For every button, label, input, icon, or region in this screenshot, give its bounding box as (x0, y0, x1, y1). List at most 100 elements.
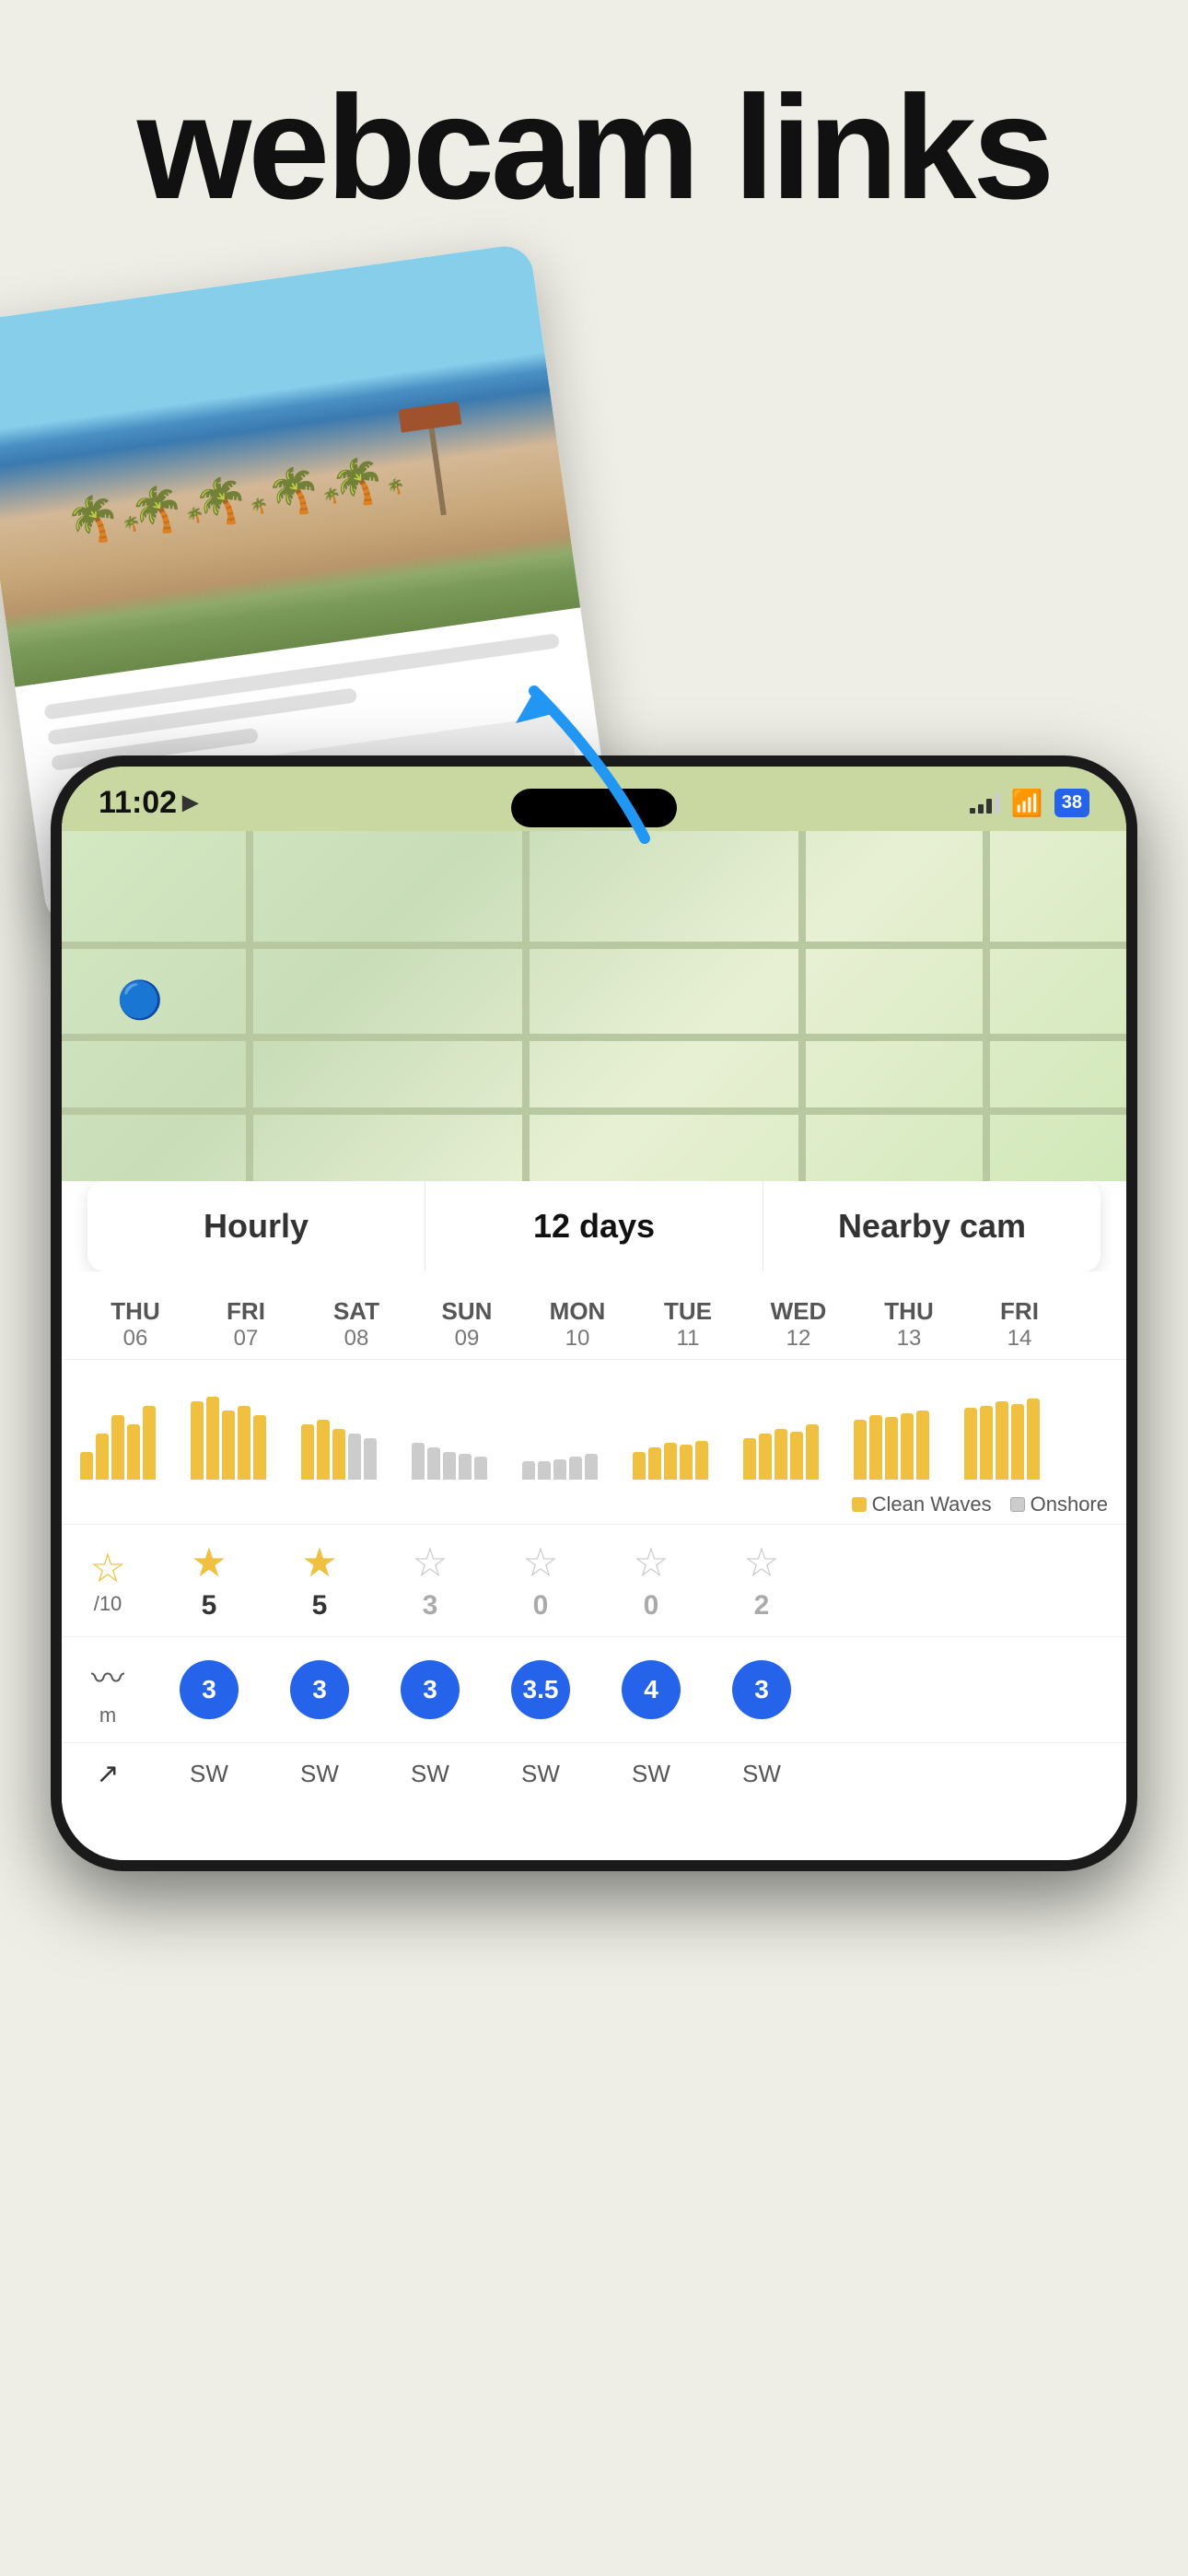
day-num: 07 (194, 1326, 297, 1352)
wave-cell-5: 4 ↗ (596, 1645, 706, 1734)
phone-screen: 11:02 ▶ 📶 38 (62, 767, 1126, 1860)
wave-badge-6: 3 ↗ (732, 1660, 791, 1719)
bar (553, 1459, 566, 1480)
signal-bars (970, 791, 1000, 814)
bar (474, 1457, 487, 1480)
rating-num: 3 (423, 1590, 438, 1622)
rating-num: 5 (312, 1590, 328, 1622)
bar (443, 1452, 456, 1480)
wave-badge-5: 4 ↗ (622, 1660, 681, 1719)
dir-label-6: SW (742, 1760, 781, 1788)
bar (80, 1452, 93, 1480)
day-num: 09 (415, 1326, 518, 1352)
forecast-scroll: THU 06 FRI 07 SAT 08 SUN 09 (62, 1271, 1126, 1860)
dir-row-label: ↗ (62, 1743, 154, 1805)
wave-badge-2: 3 ↗ (290, 1660, 349, 1719)
dir-label-3: SW (411, 1760, 449, 1788)
tab-12days[interactable]: 12 days (425, 1181, 763, 1271)
days-header: THU 06 FRI 07 SAT 08 SUN 09 (62, 1290, 1126, 1360)
map-road-v2 (522, 831, 530, 1181)
bar (459, 1454, 472, 1480)
tab-nearby[interactable]: Nearby cam (763, 1181, 1101, 1271)
bar (569, 1457, 582, 1480)
bar (348, 1434, 361, 1480)
dir-label-5: SW (632, 1760, 670, 1788)
signal-bar-1 (970, 808, 975, 814)
bar (538, 1461, 551, 1480)
map-road-h2 (62, 1034, 1126, 1041)
wave-value: 3 (312, 1675, 327, 1704)
bar (1027, 1399, 1040, 1480)
wave-arrow-icon: ↗ (339, 1702, 353, 1721)
rating-num: 5 (202, 1590, 217, 1622)
rating-cell-1: ★ 5 (154, 1525, 264, 1636)
legend-onshore-label: Onshore (1031, 1493, 1108, 1516)
bar (127, 1424, 140, 1480)
wave-unit: m (71, 1704, 145, 1727)
beach-pier (428, 424, 447, 516)
bar (869, 1415, 882, 1480)
rating-num: 0 (644, 1590, 659, 1622)
bar-group-1 (80, 1369, 191, 1480)
bar (648, 1447, 661, 1480)
signal-bar-2 (978, 804, 984, 814)
wave-value: 3 (754, 1675, 769, 1704)
bar (222, 1411, 235, 1480)
bar (901, 1413, 914, 1480)
dir-label-4: SW (521, 1760, 560, 1788)
day-label: SAT (305, 1297, 408, 1326)
rating-cell-6: ☆ 2 (706, 1525, 817, 1636)
bar (695, 1441, 708, 1480)
star-empty: ☆ (743, 1540, 779, 1587)
day-num: 11 (636, 1326, 740, 1352)
bar (427, 1447, 440, 1480)
wave-row: 〰 m 3 ↗ 3 ↗ (62, 1636, 1126, 1742)
bar (301, 1424, 314, 1480)
tab-12days-label: 12 days (533, 1207, 655, 1245)
bar (633, 1452, 646, 1480)
phone-device: 11:02 ▶ 📶 38 (51, 755, 1137, 1871)
bar (364, 1438, 377, 1480)
bar (980, 1406, 993, 1480)
wave-icon: 〰 (91, 1659, 124, 1697)
wave-cell-1: 3 ↗ (154, 1645, 264, 1734)
star-filled: ★ (301, 1540, 337, 1587)
day-label: WED (747, 1297, 850, 1326)
day-label: FRI (968, 1297, 1071, 1326)
day-col-thu06: THU 06 (80, 1290, 191, 1359)
tab-hourly[interactable]: Hourly (87, 1181, 425, 1271)
legend-clean-label: Clean Waves (872, 1493, 992, 1516)
star-empty: ☆ (412, 1540, 448, 1587)
rating-cell-2: ★ 5 (264, 1525, 375, 1636)
wave-cell-4: 3.5 ↗ (485, 1645, 596, 1734)
status-time: 11:02 ▶ (99, 785, 198, 821)
day-col-wed12: WED 12 (743, 1290, 854, 1359)
dir-label-2: SW (300, 1760, 339, 1788)
wave-badge-3: 3 ↗ (401, 1660, 460, 1719)
star-filled: ★ (191, 1540, 227, 1587)
palm-tree-5: 🌴 (327, 450, 407, 512)
bar-group-9 (964, 1369, 1075, 1480)
dir-cell-6: SW (706, 1745, 817, 1803)
bar (412, 1443, 425, 1480)
day-col-fri14: FRI 14 (964, 1290, 1075, 1359)
visual-section: 🌴 🌴 🌴 🌴 🌴 11:02 ▶ (0, 276, 1188, 1999)
day-col-fri07: FRI 07 (191, 1290, 301, 1359)
rating-num: 2 (754, 1590, 770, 1622)
bottom-padding (62, 1805, 1126, 1860)
signal-bar-3 (986, 799, 992, 814)
day-num: 12 (747, 1326, 850, 1352)
dir-cell-2: SW (264, 1745, 375, 1803)
signal-bar-4 (995, 793, 1000, 814)
bar (964, 1408, 977, 1480)
bar (585, 1454, 598, 1480)
bar (996, 1401, 1008, 1480)
bar (111, 1415, 124, 1480)
location-icon: ▶ (182, 790, 198, 814)
status-icons: 📶 38 (970, 788, 1089, 818)
wave-arrow-icon: ↗ (560, 1702, 574, 1721)
legend-onshore: Onshore (1010, 1493, 1108, 1516)
bar-group-3 (301, 1369, 412, 1480)
star-icon: ☆ (89, 1546, 125, 1591)
day-col-thu13: THU 13 (854, 1290, 964, 1359)
